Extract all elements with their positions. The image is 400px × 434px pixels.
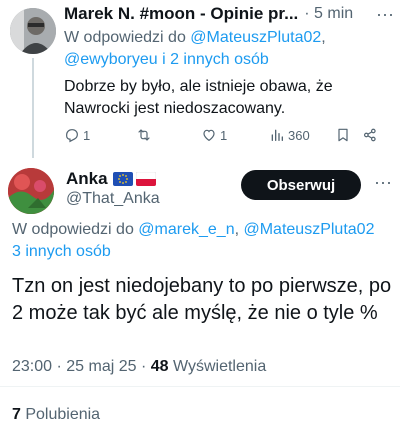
reply-button[interactable]: 1 xyxy=(64,124,90,146)
replying-prefix: W odpowiedzi do xyxy=(12,221,139,238)
likes-label: Polubienia xyxy=(20,406,101,423)
views-count: 360 xyxy=(288,127,310,143)
timestamp[interactable]: · 5 min xyxy=(304,5,353,23)
profile-photo-icon xyxy=(8,168,54,214)
replying-to: W odpowiedzi do @MateuszPluta02, @ewybory… xyxy=(64,27,394,71)
thread-line xyxy=(32,58,34,158)
tweet-text: Tzn on jest niedojebany to po pierwsze, … xyxy=(12,275,392,324)
author-name[interactable]: Marek N. #moon - Opinie pr... xyxy=(64,4,298,24)
flags xyxy=(112,172,156,186)
avatar[interactable] xyxy=(10,8,56,54)
views-button[interactable]: 360 xyxy=(269,124,310,146)
replying-prefix: W odpowiedzi do xyxy=(64,29,191,46)
share-button[interactable] xyxy=(362,124,378,146)
reply-icon xyxy=(66,129,78,143)
more-options-icon[interactable]: ··· xyxy=(376,4,394,25)
retweet-icon xyxy=(138,129,150,141)
follow-button[interactable]: Obserwuj xyxy=(241,170,361,200)
views-icon xyxy=(271,129,283,141)
retweet-button[interactable] xyxy=(136,124,152,146)
more-options-icon[interactable]: ··· xyxy=(374,172,392,193)
bookmark-icon xyxy=(338,128,348,142)
parent-tweet[interactable]: Marek N. #moon - Opinie pr... · 5 min ··… xyxy=(0,0,400,158)
like-count: 1 xyxy=(220,127,228,143)
views-label: Wyświetlenia xyxy=(168,358,267,375)
poland-flag-icon xyxy=(135,172,156,186)
profile-photo-icon xyxy=(10,8,56,54)
like-button[interactable]: 1 xyxy=(201,124,227,146)
author-name[interactable]: Anka xyxy=(66,169,108,189)
timestamp[interactable]: 23:00 · 25 maj 25 · xyxy=(12,358,151,375)
mention-link[interactable]: @marek_e_n xyxy=(138,221,234,238)
replying-to: W odpowiedzi do @marek_e_n, @MateuszPlut… xyxy=(12,219,400,241)
mention-link[interactable]: @MateuszPluta02 xyxy=(190,29,321,46)
eu-flag-icon xyxy=(112,172,133,186)
replying-separator: , xyxy=(321,29,326,46)
tweet-meta: 23:00 · 25 maj 25 · 48 Wyświetlenia xyxy=(12,358,266,376)
divider xyxy=(0,386,400,387)
reply-count: 1 xyxy=(83,127,91,143)
main-tweet: Anka @That_Anka Obserwuj ··· W odpowiedz… xyxy=(0,158,400,434)
share-icon xyxy=(364,128,376,142)
heart-icon xyxy=(203,129,215,142)
mention-link[interactable]: @ewyboryeu i 2 innych osób xyxy=(64,51,269,68)
author-handle[interactable]: @That_Anka xyxy=(66,190,160,208)
mention-link[interactable]: @MateuszPluta02 xyxy=(243,221,374,238)
mention-link[interactable]: 3 innych osób xyxy=(12,241,111,263)
views-count: 48 xyxy=(150,358,169,375)
likes-link[interactable]: 7 Polubienia xyxy=(12,406,100,424)
bookmark-button[interactable] xyxy=(335,124,351,146)
action-bar: 1 1 360 xyxy=(64,124,390,146)
likes-count: 7 xyxy=(12,406,21,423)
avatar[interactable] xyxy=(8,168,54,214)
tweet-text: Dobrze by było, ale istnieje obawa, że N… xyxy=(64,78,333,117)
